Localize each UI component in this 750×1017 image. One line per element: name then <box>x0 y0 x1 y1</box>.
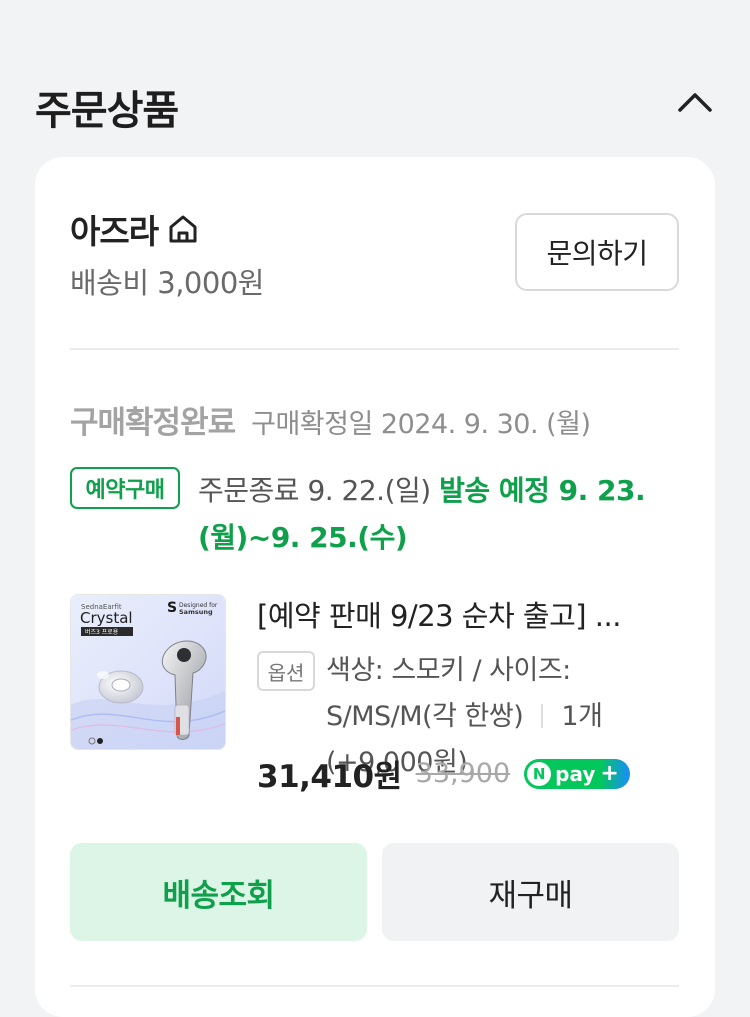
order-status: 구매확정완료 <box>70 405 236 441</box>
quantity-divider <box>541 704 544 728</box>
option-text: 색상: 스모키 / 사이즈: S/MS/M(각 한쌍) <box>326 655 571 732</box>
plus-icon: + <box>600 761 619 786</box>
home-icon[interactable] <box>166 212 200 246</box>
thumb-sub-line: 버즈3 프로용 <box>85 628 119 636</box>
divider <box>70 348 679 350</box>
confirm-date: 구매확정일 2024. 9. 30. (월) <box>251 409 591 440</box>
product-title[interactable]: [예약 판매 9/23 순차 출고] ... <box>257 593 667 635</box>
divider <box>70 985 679 987</box>
order-card: 아즈라 배송비 3,000원 문의하기 구매확정완료 구매확정일 2024. 9… <box>35 157 715 1017</box>
shipping-fee: 배송비 3,000원 <box>70 266 264 300</box>
track-delivery-button[interactable]: 배송조회 <box>70 843 367 941</box>
svg-text:S: S <box>167 600 177 616</box>
npay-label: pay <box>555 761 596 786</box>
npay-plus-badge: N pay + <box>524 758 631 789</box>
chevron-up-icon <box>678 93 712 112</box>
sale-price: 31,410원 <box>257 759 402 795</box>
order-status-row: 구매확정완료 구매확정일 2024. 9. 30. (월) <box>70 397 591 442</box>
store-name[interactable]: 아즈라 <box>70 205 159 253</box>
price-row: 31,410원 33,900 N pay + <box>257 751 631 796</box>
rebuy-button[interactable]: 재구매 <box>382 843 679 941</box>
shipping-schedule: 주문종료 9. 22.(일) 발송 예정 9. 23.(월)~9. 25.(수) <box>198 467 668 561</box>
inquiry-button[interactable]: 문의하기 <box>515 213 679 291</box>
reserve-badge: 예약구매 <box>70 467 180 509</box>
npay-n-icon: N <box>527 761 552 786</box>
option-badge: 옵션 <box>257 651 315 691</box>
collapse-toggle-button[interactable] <box>675 82 715 122</box>
order-end-date: 주문종료 9. 22.(일) <box>198 474 431 507</box>
thumb-partner-line2: Samsung <box>179 608 213 616</box>
product-thumbnail[interactable]: SednaEarfit Crystal 버즈3 프로용 S Designed f… <box>70 594 226 750</box>
original-price: 33,900 <box>415 758 511 789</box>
section-title: 주문상품 <box>35 88 179 134</box>
section-header: 주문상품 <box>35 72 715 134</box>
thumb-product-line: Crystal <box>80 609 133 627</box>
store-header: 아즈라 <box>70 205 200 253</box>
